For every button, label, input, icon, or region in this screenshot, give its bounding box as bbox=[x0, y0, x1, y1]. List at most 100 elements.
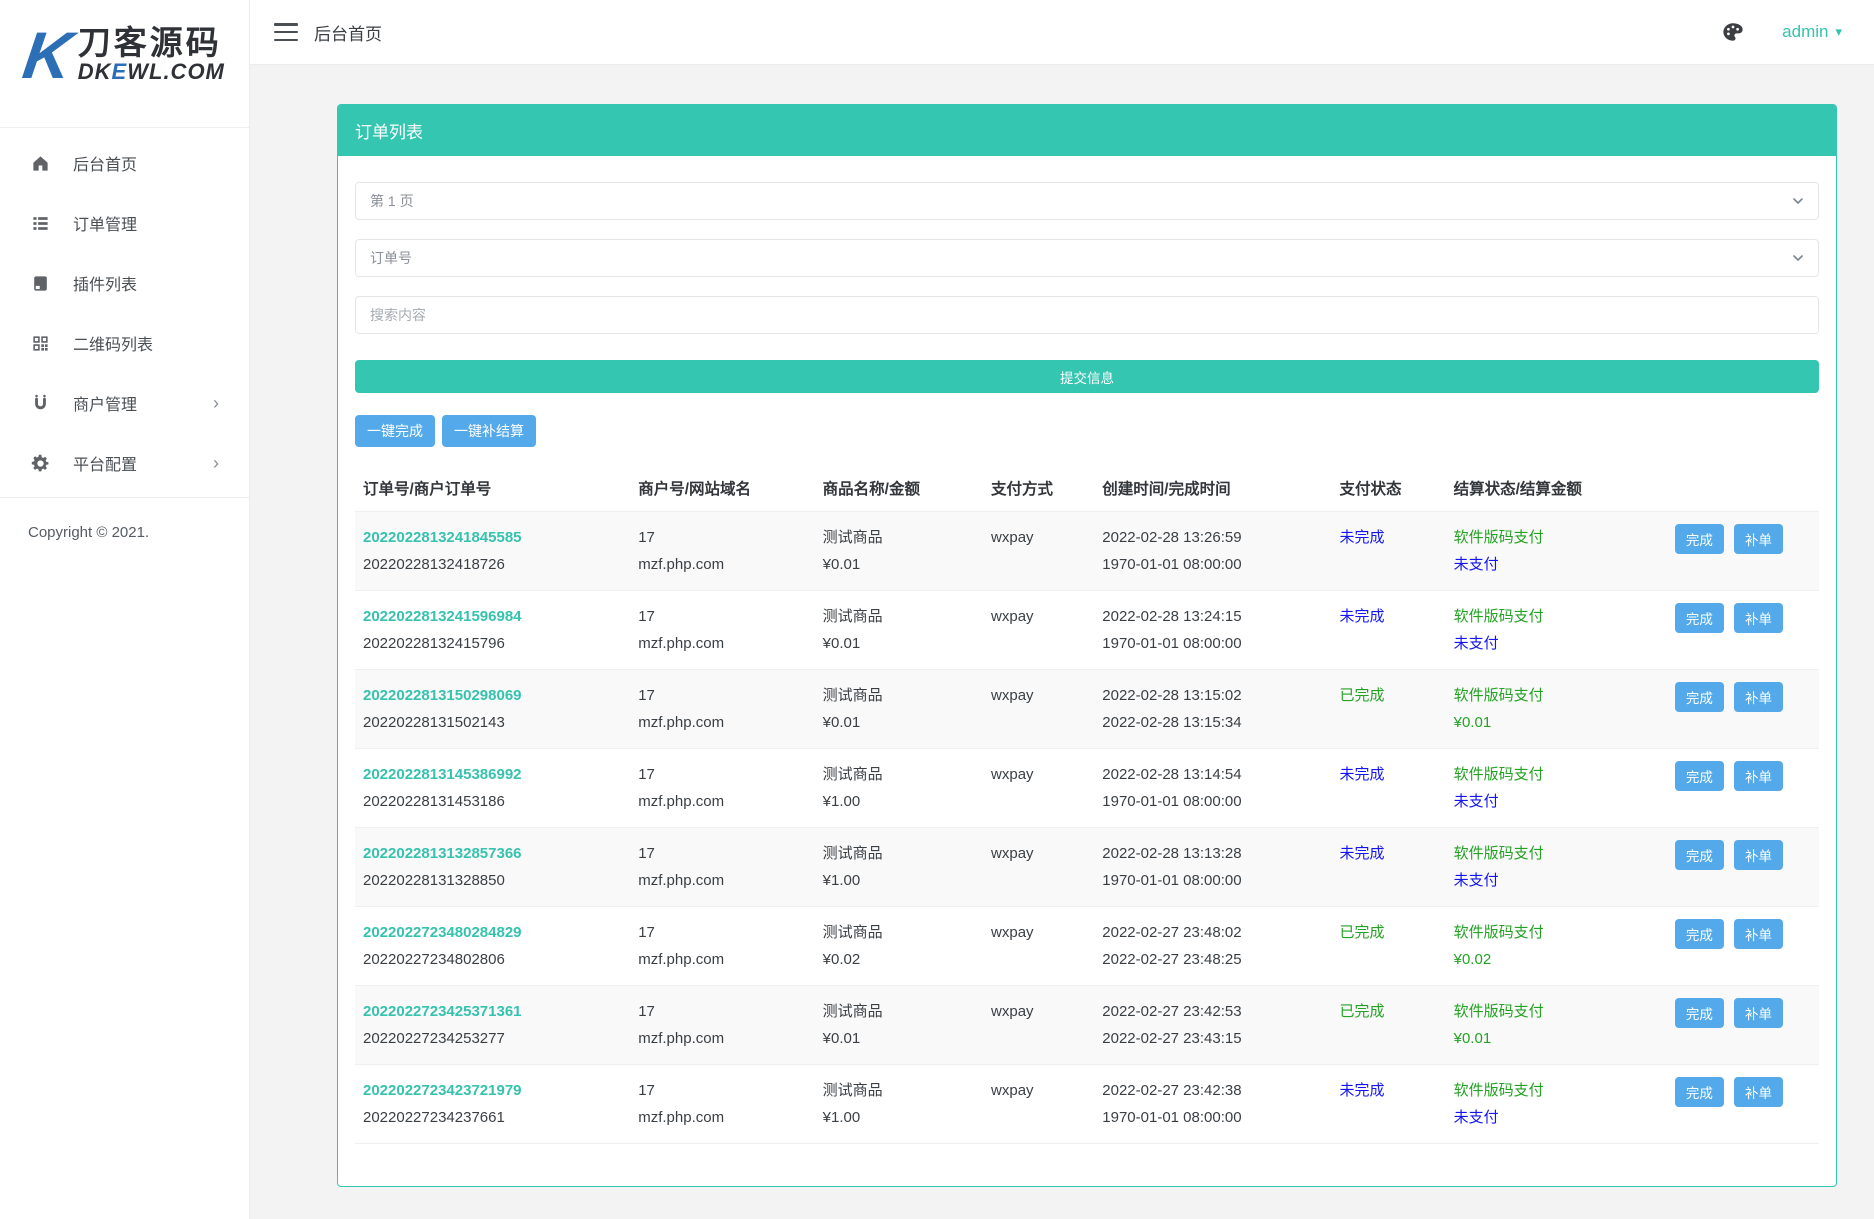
order-no-link[interactable]: 2022022723423721979 bbox=[363, 1077, 522, 1104]
sidebar-item-merchants[interactable]: 商户管理 › bbox=[0, 373, 249, 433]
settle-value: ¥0.01 bbox=[1454, 714, 1492, 731]
col-header-product: 商品名称/金额 bbox=[815, 465, 983, 512]
pay-method-cell: wxpay bbox=[983, 512, 1094, 591]
submit-button[interactable]: 提交信息 bbox=[355, 360, 1819, 393]
order-no-link[interactable]: 2022022813150298069 bbox=[363, 682, 522, 709]
created-at: 2022-02-27 23:42:53 bbox=[1102, 1003, 1241, 1020]
merchant-cell: 17 mzf.php.com bbox=[630, 749, 814, 828]
sidebar-item-platform-config[interactable]: 平台配置 › bbox=[0, 433, 249, 493]
brand-name-en: DKEWL.COM bbox=[78, 60, 225, 83]
hamburger-menu-icon[interactable] bbox=[274, 23, 298, 41]
patch-order-button[interactable]: 补单 bbox=[1734, 682, 1783, 712]
product-amount: ¥0.01 bbox=[823, 714, 861, 731]
table-row: 2022022813150298069 20220228131502143 17… bbox=[355, 670, 1819, 749]
patch-order-button[interactable]: 补单 bbox=[1734, 998, 1783, 1028]
pay-status: 未完成 bbox=[1339, 608, 1384, 625]
brand-logo[interactable]: K 刀客源码 DKEWL.COM bbox=[0, 0, 249, 128]
complete-button[interactable]: 完成 bbox=[1675, 919, 1724, 949]
brand-en-pre: DK bbox=[78, 59, 112, 84]
settle-status: 软件版码支付 bbox=[1454, 608, 1544, 625]
merchant-cell: 17 mzf.php.com bbox=[630, 591, 814, 670]
patch-order-button[interactable]: 补单 bbox=[1734, 524, 1783, 554]
complete-button[interactable]: 完成 bbox=[1675, 840, 1724, 870]
search-input[interactable] bbox=[355, 296, 1819, 334]
sidebar-item-label: 后台首页 bbox=[73, 151, 219, 175]
complete-button[interactable]: 完成 bbox=[1675, 682, 1724, 712]
sidebar-item-label: 商户管理 bbox=[73, 391, 213, 415]
complete-button[interactable]: 完成 bbox=[1675, 998, 1724, 1028]
product-name: 测试商品 bbox=[823, 529, 883, 546]
complete-button[interactable]: 完成 bbox=[1675, 1077, 1724, 1107]
sidebar-divider bbox=[0, 497, 249, 498]
plugin-icon bbox=[29, 272, 51, 294]
order-no-link[interactable]: 2022022813241596984 bbox=[363, 603, 522, 630]
created-at: 2022-02-28 13:26:59 bbox=[1102, 529, 1241, 546]
merchant-id: 17 bbox=[638, 1003, 655, 1020]
table-row: 2022022723423721979 20220227234237661 17… bbox=[355, 1065, 1819, 1144]
complete-all-button[interactable]: 一键完成 bbox=[355, 415, 435, 447]
brand-en-mid: E bbox=[112, 59, 128, 84]
complete-button[interactable]: 完成 bbox=[1675, 761, 1724, 791]
pay-method-cell: wxpay bbox=[983, 907, 1094, 986]
merchant-order-no: 20220228131453186 bbox=[363, 793, 505, 810]
col-header-actions bbox=[1642, 465, 1819, 512]
panel-body: 第 1 页 订单号 提交信息 一键完成 一键补结算 bbox=[338, 156, 1836, 1186]
col-header-merchant: 商户号/网站域名 bbox=[630, 465, 814, 512]
times-cell: 2022-02-28 13:15:02 2022-02-28 13:15:34 bbox=[1094, 670, 1331, 749]
pay-status: 已完成 bbox=[1339, 687, 1384, 704]
search-type-select[interactable]: 订单号 bbox=[355, 239, 1819, 277]
settle-cell: 软件版码支付 ¥0.01 bbox=[1446, 670, 1642, 749]
pay-method-cell: wxpay bbox=[983, 986, 1094, 1065]
sidebar-item-orders[interactable]: 订单管理 bbox=[0, 193, 249, 253]
order-no-link[interactable]: 2022022813145386992 bbox=[363, 761, 522, 788]
merchant-domain: mzf.php.com bbox=[638, 714, 724, 731]
created-at: 2022-02-27 23:48:02 bbox=[1102, 924, 1241, 941]
row-actions-cell: 完成 补单 bbox=[1642, 907, 1819, 986]
pay-status-cell: 未完成 bbox=[1331, 1065, 1445, 1144]
patch-order-button[interactable]: 补单 bbox=[1734, 761, 1783, 791]
pay-method: wxpay bbox=[991, 924, 1034, 941]
row-actions-cell: 完成 补单 bbox=[1642, 749, 1819, 828]
sidebar-item-qrcodes[interactable]: 二维码列表 bbox=[0, 313, 249, 373]
merchant-icon bbox=[29, 392, 51, 414]
completed-at: 2022-02-27 23:48:25 bbox=[1102, 951, 1241, 968]
complete-button[interactable]: 完成 bbox=[1675, 524, 1724, 554]
complete-button[interactable]: 完成 bbox=[1675, 603, 1724, 633]
product-cell: 测试商品 ¥1.00 bbox=[815, 828, 983, 907]
page-select[interactable]: 第 1 页 bbox=[355, 182, 1819, 220]
order-no-link[interactable]: 2022022723425371361 bbox=[363, 998, 522, 1025]
settle-status: 软件版码支付 bbox=[1454, 1082, 1544, 1099]
patch-order-button[interactable]: 补单 bbox=[1734, 1077, 1783, 1107]
settle-all-button[interactable]: 一键补结算 bbox=[442, 415, 536, 447]
theme-palette-icon[interactable] bbox=[1722, 21, 1744, 43]
settle-cell: 软件版码支付 ¥0.01 bbox=[1446, 986, 1642, 1065]
pay-status-cell: 未完成 bbox=[1331, 828, 1445, 907]
order-no-link[interactable]: 2022022813132857366 bbox=[363, 840, 522, 867]
merchant-domain: mzf.php.com bbox=[638, 1030, 724, 1047]
sidebar-item-label: 二维码列表 bbox=[73, 331, 219, 355]
sidebar-item-dashboard[interactable]: 后台首页 bbox=[0, 133, 249, 193]
pay-status: 已完成 bbox=[1339, 1003, 1384, 1020]
created-at: 2022-02-28 13:14:54 bbox=[1102, 766, 1241, 783]
order-no-link[interactable]: 2022022723480284829 bbox=[363, 919, 522, 946]
settle-value: 未支付 bbox=[1454, 556, 1499, 573]
merchant-cell: 17 mzf.php.com bbox=[630, 828, 814, 907]
order-no-cell: 2022022813145386992 20220228131453186 bbox=[355, 749, 630, 828]
created-at: 2022-02-28 13:13:28 bbox=[1102, 845, 1241, 862]
product-name: 测试商品 bbox=[823, 924, 883, 941]
merchant-cell: 17 mzf.php.com bbox=[630, 1065, 814, 1144]
patch-order-button[interactable]: 补单 bbox=[1734, 919, 1783, 949]
order-no-link[interactable]: 2022022813241845585 bbox=[363, 524, 522, 551]
patch-order-button[interactable]: 补单 bbox=[1734, 840, 1783, 870]
sidebar-item-plugins[interactable]: 插件列表 bbox=[0, 253, 249, 313]
times-cell: 2022-02-28 13:26:59 1970-01-01 08:00:00 bbox=[1094, 512, 1331, 591]
patch-order-button[interactable]: 补单 bbox=[1734, 603, 1783, 633]
pay-method-cell: wxpay bbox=[983, 749, 1094, 828]
product-cell: 测试商品 ¥0.02 bbox=[815, 907, 983, 986]
pay-method: wxpay bbox=[991, 845, 1034, 862]
pay-method-cell: wxpay bbox=[983, 1065, 1094, 1144]
product-cell: 测试商品 ¥1.00 bbox=[815, 749, 983, 828]
merchant-cell: 17 mzf.php.com bbox=[630, 907, 814, 986]
settle-status: 软件版码支付 bbox=[1454, 924, 1544, 941]
user-dropdown[interactable]: admin ▾ bbox=[1782, 22, 1842, 42]
